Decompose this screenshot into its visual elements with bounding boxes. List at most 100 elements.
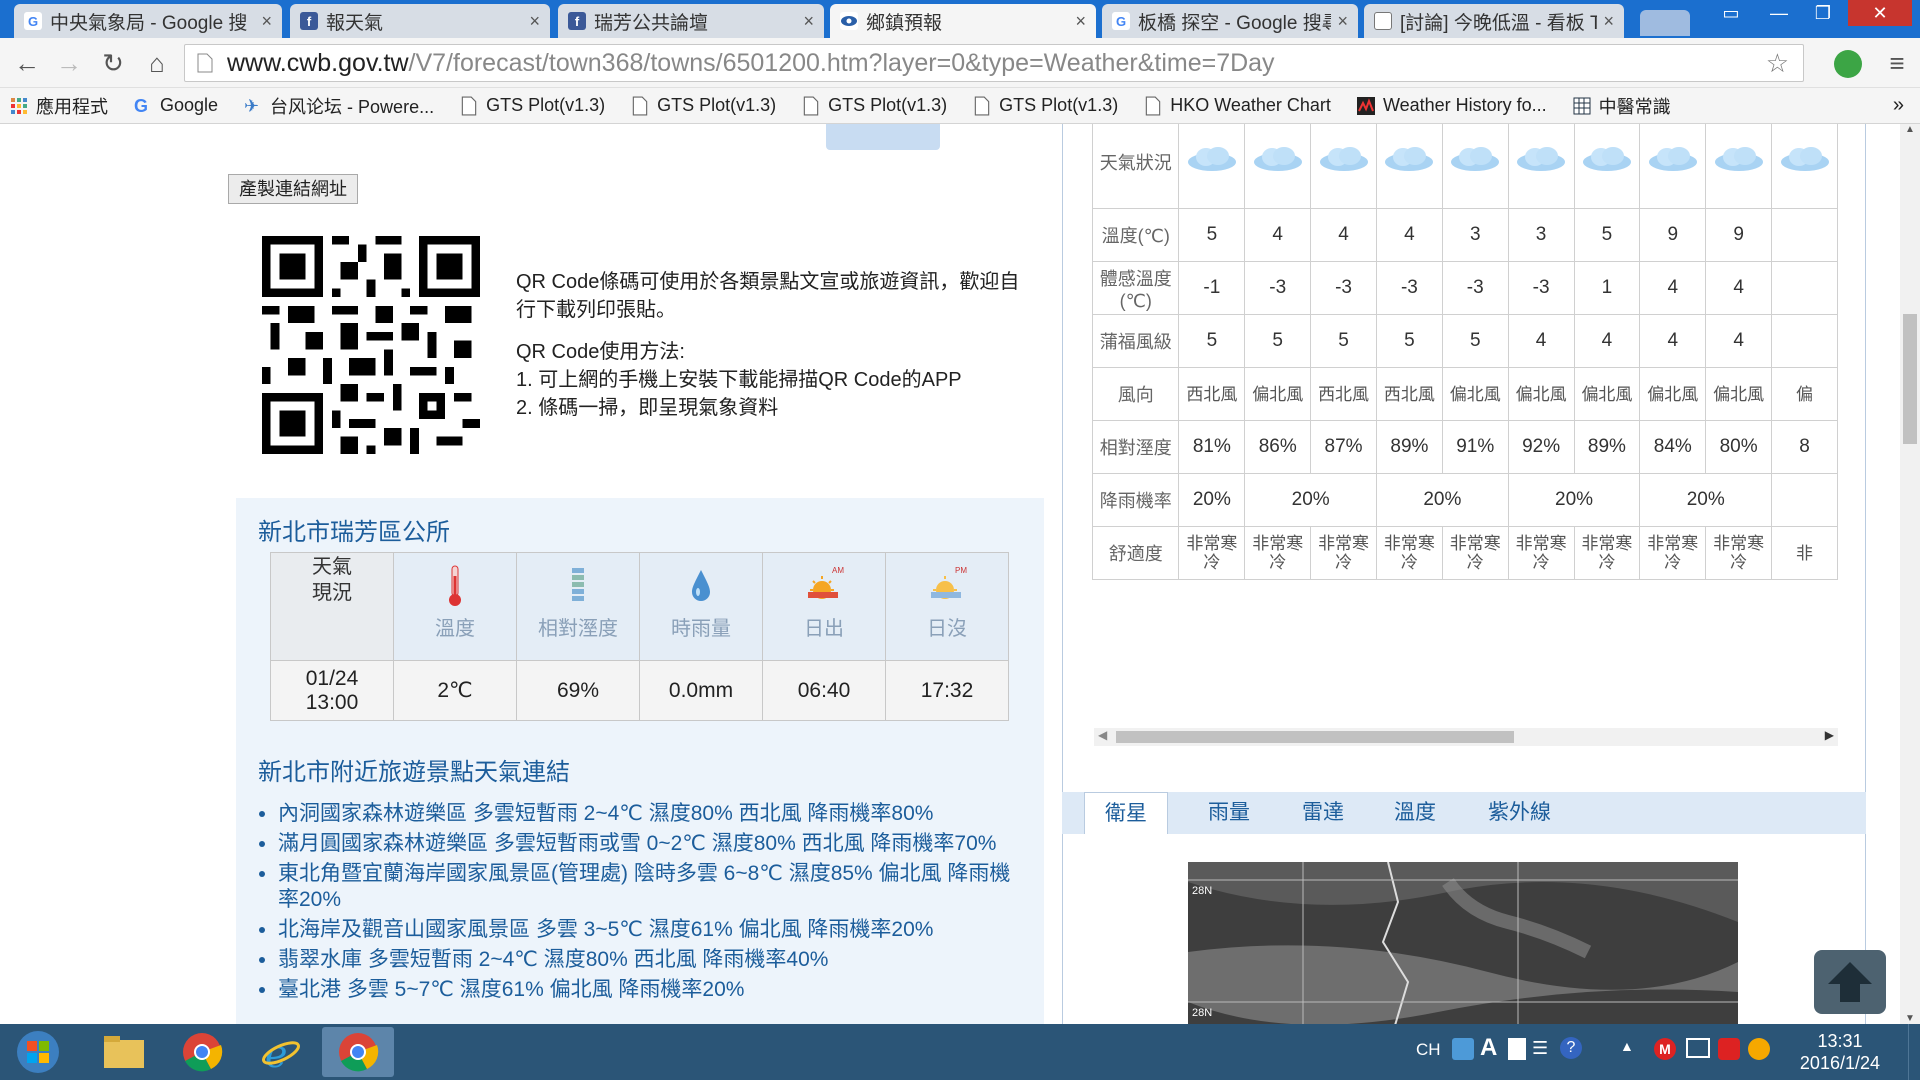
beaufort-cell: 4: [1507, 314, 1575, 368]
scrollbar-thumb[interactable]: [1903, 314, 1917, 444]
apparent-cell: [1771, 261, 1838, 315]
network-icon[interactable]: [1686, 1038, 1710, 1058]
tab-ptt-discussion[interactable]: [討論] 今晚低溫 - 看板 T ×: [1364, 4, 1624, 38]
help-icon[interactable]: ?: [1560, 1037, 1582, 1059]
scroll-down-icon[interactable]: ▼: [1905, 1013, 1915, 1024]
new-tab-button[interactable]: [1640, 10, 1690, 36]
bookmark-gts-plot-4[interactable]: GTS Plot(v1.3): [973, 95, 1118, 116]
tab-weather-report[interactable]: f 報天氣 ×: [290, 4, 550, 38]
back-button[interactable]: ←: [12, 48, 42, 78]
beaufort-cell: 5: [1375, 314, 1443, 368]
more-bookmarks-button[interactable]: »: [1893, 94, 1904, 117]
bookmark-typhoon-forum[interactable]: ✈ 台风论坛 - Powere...: [244, 93, 434, 119]
extension-icon[interactable]: [1834, 50, 1862, 78]
pad-icon[interactable]: [1508, 1038, 1526, 1060]
ime-indicator[interactable]: CH: [1416, 1040, 1441, 1060]
tab-temperature[interactable]: 溫度: [1394, 792, 1436, 834]
tourist-spots-list: 內洞國家森林遊樂區 多雲短暫雨 2~4℃ 濕度80% 西北風 降雨機率80% 滿…: [256, 801, 1016, 1007]
facebook-icon: f: [300, 12, 318, 30]
show-hidden-icons[interactable]: ▲: [1620, 1038, 1634, 1054]
scroll-left-icon[interactable]: ◀: [1098, 728, 1107, 742]
spot-link[interactable]: 滿月圓國家森林遊樂區 多雲短暫雨或雪 0~2℃ 濕度80% 西北風 降雨機率70…: [278, 831, 1016, 857]
spot-link[interactable]: 內洞國家森林遊樂區 多雲短暫雨 2~4℃ 濕度80% 西北風 降雨機率80%: [278, 801, 1016, 827]
bookmark-gts-plot-3[interactable]: GTS Plot(v1.3): [802, 95, 947, 116]
row-label: 天氣狀況: [1092, 124, 1180, 209]
close-icon[interactable]: ×: [803, 11, 814, 32]
close-icon[interactable]: ×: [529, 11, 540, 32]
spot-link[interactable]: 北海岸及觀音山國家風景區 多雲 3~5℃ 濕度61% 偏北風 降雨機率20%: [278, 917, 1016, 943]
cloud-icon: [1451, 146, 1500, 171]
tab-radar[interactable]: 雷達: [1302, 792, 1344, 834]
spot-link[interactable]: 翡翠水庫 多雲短暫雨 2~4℃ 濕度80% 西北風 降雨機率40%: [278, 947, 1016, 973]
close-icon[interactable]: ×: [1337, 11, 1348, 32]
menu-list-icon[interactable]: ☰: [1532, 1038, 1548, 1059]
forecast-table-viewport: 天氣狀況 溫度(℃) 5 4 4 4 3 3 5 9 9 體感溫度(℃) -1 -3 -3 -3 -3 -3 1 4 4…: [1092, 124, 1838, 594]
font-icon[interactable]: A: [1480, 1034, 1497, 1062]
humidity-header: 相對溼度: [516, 552, 640, 661]
back-to-top-button[interactable]: [1814, 950, 1886, 1014]
chrome-active-icon[interactable]: [322, 1027, 394, 1077]
comfort-cell: 非常寒冷: [1507, 526, 1575, 580]
bookmark-hko-chart[interactable]: HKO Weather Chart: [1144, 95, 1331, 116]
bookmark-gts-plot-1[interactable]: GTS Plot(v1.3): [460, 95, 605, 116]
window-close-button[interactable]: ✕: [1848, 0, 1912, 26]
maximize-button[interactable]: ❐: [1800, 0, 1846, 26]
bookmark-google[interactable]: G Google: [134, 95, 218, 116]
document-icon: [1374, 12, 1392, 30]
satellite-image[interactable]: 28N 28N: [1188, 862, 1738, 1024]
row-label: 風向: [1092, 367, 1180, 421]
scroll-right-icon[interactable]: ▶: [1825, 728, 1834, 742]
show-desktop-button[interactable]: [1908, 1024, 1920, 1080]
wind_dir-cell: 偏: [1771, 367, 1838, 421]
notification-app-icon[interactable]: [1748, 1038, 1770, 1060]
rain-probability-row: 降雨機率 20% 20% 20% 20% 20%: [1092, 473, 1838, 527]
file-explorer-icon[interactable]: [88, 1027, 160, 1077]
close-icon[interactable]: ×: [1603, 11, 1614, 32]
tab-banqiao-sounding[interactable]: G 板橋 探空 - Google 搜尋 ×: [1102, 4, 1358, 38]
tab-satellite[interactable]: 衛星: [1084, 792, 1168, 834]
scrollbar-thumb[interactable]: [1116, 731, 1514, 743]
close-icon[interactable]: ×: [261, 11, 272, 32]
bookmark-weather-history[interactable]: Weather History fo...: [1356, 95, 1547, 116]
tab-ruifang-forum[interactable]: f 瑞芳公共論壇 ×: [558, 4, 824, 38]
acrobat-icon[interactable]: [1718, 1038, 1740, 1060]
home-icon[interactable]: ⌂: [142, 48, 172, 78]
close-icon[interactable]: ×: [1075, 11, 1086, 32]
spot-link[interactable]: 臺北港 多雲 5~7℃ 濕度61% 偏北風 降雨機率20%: [278, 977, 1016, 1003]
generate-link-button[interactable]: 產製連結網址: [228, 174, 358, 204]
vertical-scrollbar[interactable]: ▲ ▼: [1900, 124, 1920, 1024]
system-tray: CH A ☰ ? ▲ M 13:31 2016/1/24: [1360, 1024, 1920, 1080]
bookmark-gts-plot-2[interactable]: GTS Plot(v1.3): [631, 95, 776, 116]
bookmark-tcm[interactable]: 中醫常識: [1573, 93, 1671, 119]
minimize-button[interactable]: —: [1756, 0, 1802, 26]
rain-cell: 20%: [1639, 473, 1773, 527]
start-button[interactable]: [2, 1027, 74, 1077]
wind_dir-cell: 偏北風: [1639, 367, 1707, 421]
temperature-header: 溫度: [393, 552, 517, 661]
horizontal-scrollbar[interactable]: ◀ ▶: [1094, 728, 1838, 746]
antivirus-icon[interactable]: M: [1654, 1038, 1676, 1060]
tab-google-search-cwb[interactable]: G 中央氣象局 - Google 搜 ×: [14, 4, 282, 38]
ime-icon[interactable]: [1452, 1038, 1474, 1060]
forward-button[interactable]: →: [54, 48, 84, 78]
temperature-row: 溫度(℃) 5 4 4 4 3 3 5 9 9: [1092, 208, 1838, 262]
scroll-up-icon[interactable]: ▲: [1905, 124, 1915, 135]
top-widget[interactable]: [826, 124, 940, 150]
spot-link[interactable]: 東北角暨宜蘭海岸國家風景區(管理處) 陰時多雲 6~8℃ 濕度85% 偏北風 降…: [278, 861, 1016, 913]
tab-uv[interactable]: 紫外線: [1488, 792, 1551, 834]
address-bar[interactable]: www.cwb.gov.tw/V7/forecast/town368/towns…: [184, 44, 1804, 82]
clock[interactable]: 13:31 2016/1/24: [1800, 1030, 1880, 1074]
menu-icon[interactable]: ≡: [1882, 48, 1912, 78]
bookmark-apps[interactable]: 應用程式: [10, 93, 108, 119]
chrome-icon[interactable]: [166, 1027, 238, 1077]
user-icon[interactable]: ▭: [1708, 0, 1754, 26]
rain-cell: 20%: [1507, 473, 1641, 527]
row-label: 降雨機率: [1092, 473, 1180, 527]
reload-button[interactable]: ↻: [98, 48, 128, 78]
tab-town-forecast[interactable]: 鄉鎮預報 ×: [830, 4, 1096, 38]
tab-rainfall[interactable]: 雨量: [1208, 792, 1250, 834]
satellite-picture: 28N 28N: [1188, 862, 1738, 1024]
facebook-icon: f: [568, 12, 586, 30]
internet-explorer-icon[interactable]: e: [244, 1027, 316, 1077]
bookmark-star-icon[interactable]: ☆: [1766, 45, 1789, 81]
